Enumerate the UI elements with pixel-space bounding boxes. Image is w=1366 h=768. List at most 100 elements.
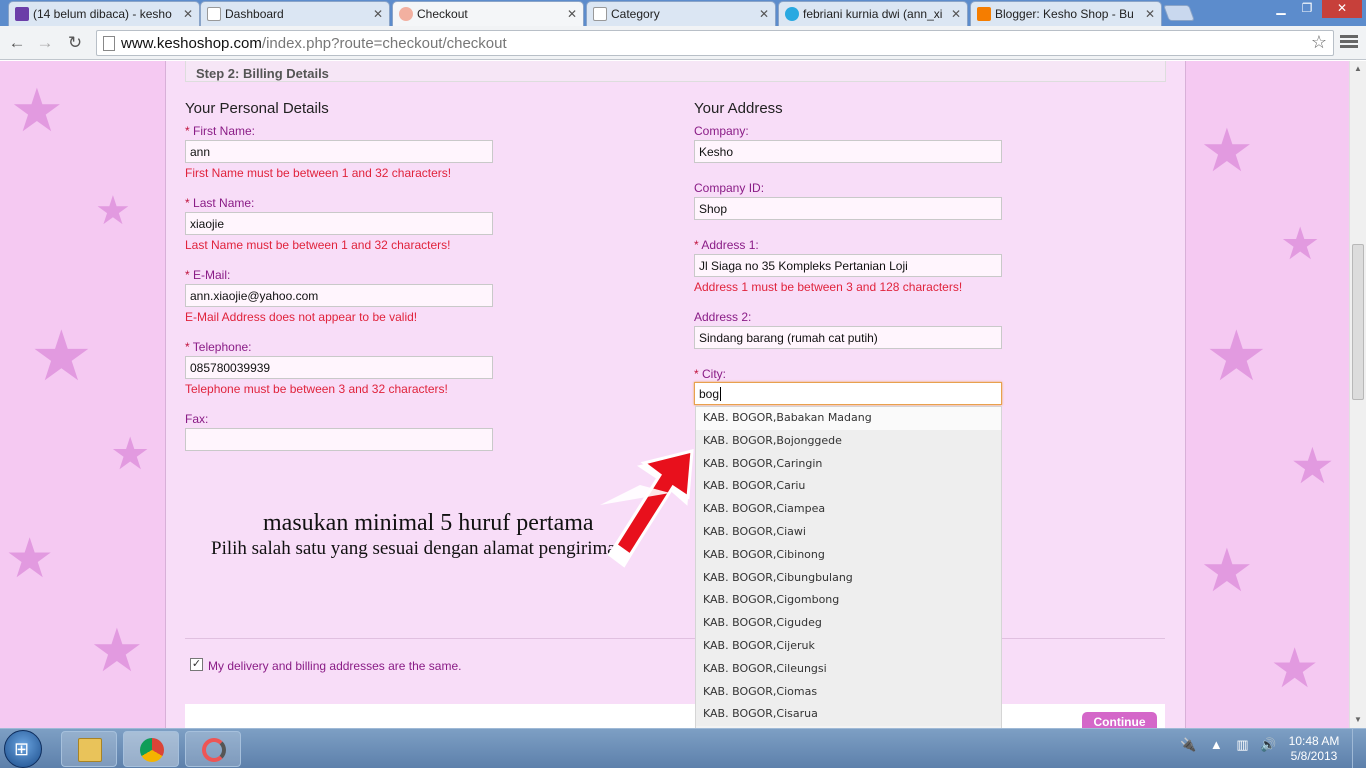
star-decoration-icon: ★: [5, 527, 55, 589]
city-suggestion-item[interactable]: KAB. BOGOR,Ciampea: [696, 498, 1001, 521]
tab-dashboard[interactable]: Dashboard ✕: [200, 1, 390, 26]
city-suggestion-item[interactable]: KAB. BOGOR,Cigudeg: [696, 612, 1001, 635]
tab-title: Checkout: [417, 7, 468, 21]
start-button[interactable]: ⊞: [4, 730, 42, 768]
forward-icon[interactable]: →: [34, 32, 56, 54]
company-id-input[interactable]: Shop: [694, 197, 1002, 220]
tab-title: Blogger: Kesho Shop - Bu: [995, 7, 1134, 21]
city-autocomplete-list: KAB. BOGOR,Babakan Madang KAB. BOGOR,Bojo…: [695, 406, 1002, 728]
explorer-taskbar-button[interactable]: [61, 731, 117, 767]
last-name-input[interactable]: xiaojie: [185, 212, 493, 235]
clock-time: 10:48 AM: [1288, 734, 1340, 748]
app-icon: [202, 738, 226, 762]
star-decoration-icon: ★: [1270, 637, 1320, 699]
annotation-arrow-icon: [600, 449, 694, 568]
new-tab-button[interactable]: [1163, 5, 1195, 21]
star-decoration-icon: ★: [1200, 537, 1254, 604]
telephone-input[interactable]: 085780039939: [185, 356, 493, 379]
city-input[interactable]: bog: [694, 382, 1002, 405]
tab-twitter[interactable]: febriani kurnia dwi (ann_xi ✕: [778, 1, 968, 26]
scroll-up-icon[interactable]: ▲: [1350, 61, 1366, 77]
city-suggestion-item[interactable]: KAB. BOGOR,Cariu: [696, 475, 1001, 499]
city-suggestion-item[interactable]: KAB. BOGOR,Bojonggede: [696, 429, 1001, 453]
chrome-taskbar-button[interactable]: [123, 731, 179, 767]
minimize-icon[interactable]: ▁: [1268, 0, 1294, 18]
company-input[interactable]: Kesho: [694, 140, 1002, 163]
tab-blogger[interactable]: Blogger: Kesho Shop - Bu ✕: [970, 1, 1162, 26]
address-bar[interactable]: www.keshoshop.com/index.php?route=checko…: [96, 30, 1334, 56]
close-icon[interactable]: ✕: [373, 2, 383, 26]
tray-expand-icon[interactable]: ▲: [1210, 737, 1223, 752]
city-suggestion-item[interactable]: KAB. BOGOR,Ciomas: [696, 680, 1001, 704]
city-suggestion-item[interactable]: KAB. BOGOR,Cigombong: [696, 589, 1001, 613]
volume-icon[interactable]: 🔊: [1260, 737, 1276, 752]
star-decoration-icon: ★: [1290, 438, 1335, 494]
action-bar: [185, 704, 1165, 728]
telephone-label: * Telephone:: [185, 340, 252, 354]
show-desktop-button[interactable]: [1352, 729, 1366, 768]
tab-title: Dashboard: [225, 7, 284, 21]
menu-icon[interactable]: [1340, 33, 1358, 53]
tab-checkout[interactable]: Checkout ✕: [392, 1, 584, 26]
city-suggestion-item[interactable]: KAB. BOGOR,Caringin: [696, 452, 1001, 476]
scrollbar-thumb[interactable]: [1352, 244, 1364, 400]
scroll-down-icon[interactable]: ▼: [1350, 712, 1366, 728]
city-suggestion-item[interactable]: KAB. BOGOR,Cijeruk: [696, 634, 1001, 658]
personal-details-heading: Your Personal Details: [185, 100, 329, 117]
usb-icon[interactable]: 🔌: [1180, 737, 1196, 752]
close-icon[interactable]: ✕: [183, 2, 193, 26]
address2-input[interactable]: Sindang barang (rumah cat putih): [694, 326, 1002, 349]
bookmark-star-icon[interactable]: ☆: [1311, 32, 1327, 53]
company-id-label: Company ID:: [694, 181, 765, 195]
close-window-icon[interactable]: ✕: [1322, 0, 1362, 18]
windows-logo-icon: ⊞: [14, 739, 30, 759]
shop-icon: [399, 7, 413, 21]
vertical-scrollbar[interactable]: ▲ ▼: [1349, 61, 1366, 728]
tab-mail[interactable]: (14 belum dibaca) - kesho ✕: [8, 1, 200, 26]
address1-input[interactable]: Jl Siaga no 35 Kompleks Pertanian Loji: [694, 254, 1002, 277]
address1-error: Address 1 must be between 3 and 128 char…: [694, 280, 963, 294]
clock-date: 5/8/2013: [1290, 749, 1338, 763]
email-input[interactable]: ann.xiaojie@yahoo.com: [185, 284, 493, 307]
same-address-checkbox[interactable]: ✓: [190, 658, 203, 671]
star-decoration-icon: ★: [10, 77, 64, 144]
city-suggestion-item[interactable]: KAB. BOGOR,Ciawi: [696, 520, 1001, 544]
url-text: www.keshoshop.com/index.php?route=checko…: [121, 35, 507, 52]
first-name-input[interactable]: ann: [185, 140, 493, 163]
divider: [185, 638, 1165, 639]
annotation-line-2: Pilih salah satu yang sesuai dengan alam…: [211, 538, 626, 559]
city-suggestion-item[interactable]: KAB. BOGOR,Babakan Madang: [696, 407, 1001, 430]
app-taskbar-button[interactable]: [185, 731, 241, 767]
city-suggestion-item[interactable]: KAB. BOGOR,Cibinong: [696, 543, 1001, 567]
first-name-error: First Name must be between 1 and 32 char…: [185, 166, 452, 180]
city-suggestion-item[interactable]: KAB. BOGOR,Cisarua: [696, 703, 1001, 727]
last-name-error: Last Name must be between 1 and 32 chara…: [185, 238, 451, 252]
star-decoration-icon: ★: [1205, 317, 1268, 395]
page-icon: [593, 7, 607, 21]
restore-icon[interactable]: ❐: [1294, 0, 1320, 18]
blogger-icon: [977, 7, 991, 21]
close-icon[interactable]: ✕: [567, 2, 577, 26]
tab-category[interactable]: Category ✕: [586, 1, 776, 26]
tab-title: febriani kurnia dwi (ann_xi: [803, 7, 943, 21]
folder-icon: [78, 738, 102, 762]
star-decoration-icon: ★: [110, 428, 151, 479]
annotation-line-1: masukan minimal 5 huruf pertama: [263, 510, 594, 536]
clock[interactable]: 10:48 AM 5/8/2013: [1284, 734, 1344, 764]
close-icon[interactable]: ✕: [951, 2, 961, 26]
step-heading: Step 2: Billing Details: [185, 61, 1166, 82]
continue-button[interactable]: Continue: [1082, 712, 1157, 728]
page-icon: [207, 7, 221, 21]
close-icon[interactable]: ✕: [759, 2, 769, 26]
first-name-label: * First Name:: [185, 124, 256, 138]
city-suggestion-item[interactable]: KAB. BOGOR,Cileungsi: [696, 657, 1001, 681]
back-icon[interactable]: ←: [6, 32, 28, 54]
city-suggestion-item[interactable]: KAB. BOGOR,Cibungbulang: [696, 566, 1001, 590]
fax-input[interactable]: [185, 428, 493, 451]
close-icon[interactable]: ✕: [1145, 2, 1155, 26]
network-icon[interactable]: ▥: [1236, 737, 1248, 752]
company-label: Company:: [694, 124, 749, 138]
page-icon: [103, 36, 115, 51]
reload-icon[interactable]: ↻: [64, 32, 86, 54]
last-name-label: * Last Name:: [185, 196, 255, 210]
